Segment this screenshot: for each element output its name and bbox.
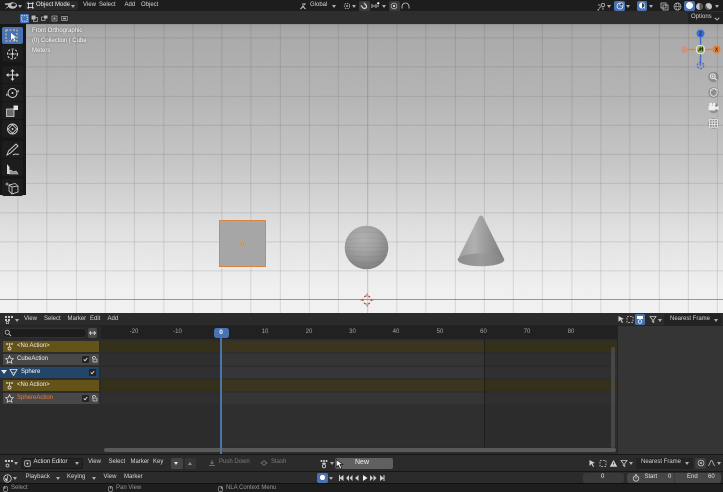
svg-text:Z: Z [699,31,702,37]
